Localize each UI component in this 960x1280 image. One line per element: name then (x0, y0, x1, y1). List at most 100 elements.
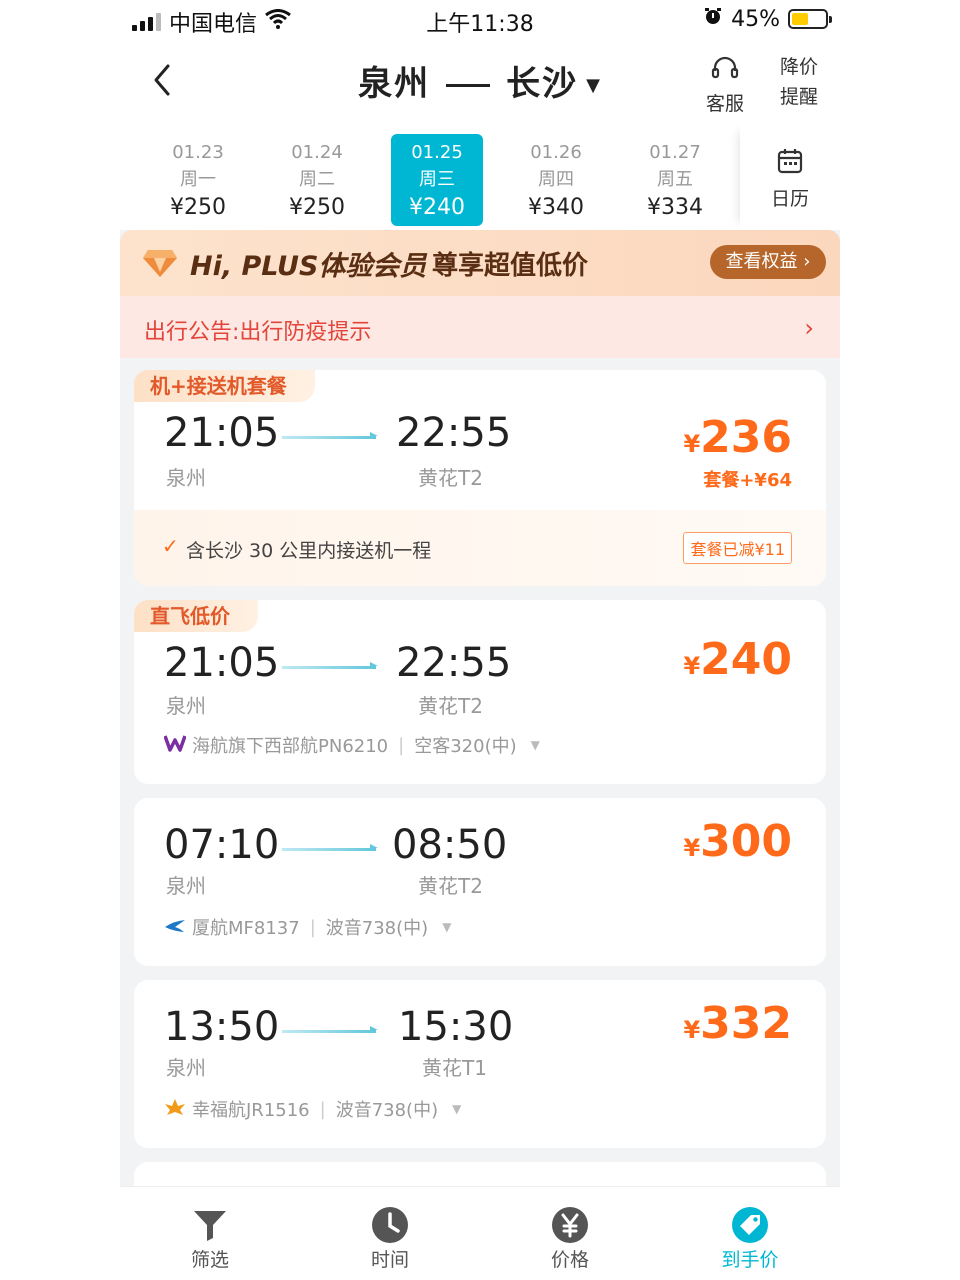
tag-icon (700, 1205, 800, 1245)
flight-card[interactable]: 13:50 泉州 15:30 黄花T1 ¥332 幸福航JR1516 | 波音7… (134, 980, 826, 1148)
departure-time: 07:10 (164, 822, 280, 868)
date-price: ¥250 (289, 195, 345, 220)
direct-low-price-tag: 直飞低价 (134, 600, 258, 632)
diamond-icon (142, 248, 178, 282)
date-label: 01.24 (291, 142, 343, 163)
flight-arrow-icon (282, 662, 378, 669)
tab-time[interactable]: 时间 (340, 1205, 440, 1272)
customer-service-button[interactable]: 客服 (700, 54, 750, 116)
flight-card-package[interactable]: 机+接送机套餐 21:05 泉州 22:55 黄花T2 ¥236 套餐+¥64 … (134, 370, 826, 586)
departure-time: 21:05 (164, 410, 280, 456)
weekday-label: 周五 (657, 169, 693, 190)
flight-card[interactable]: 直飞低价 21:05 泉州 22:55 黄花T2 ¥240 海航旗下西部航PN6… (134, 600, 826, 784)
departure-city: 泉州 (166, 874, 206, 898)
airline-info: 厦航MF8137 | 波音738(中) ▼ (164, 914, 451, 940)
departure-time: 13:50 (164, 1004, 280, 1050)
airline-flight-number: 厦航MF8137 (192, 918, 300, 939)
flight-arrow-icon (282, 1026, 378, 1033)
date-item[interactable]: 01.24 周二 ¥250 (271, 134, 363, 226)
flight-price: ¥300 (683, 816, 792, 867)
price-alert-label-1: 降价 (779, 56, 818, 78)
date-label: 01.23 (172, 142, 224, 163)
plus-banner-text: Hi, PLUS体验会员 (190, 251, 427, 282)
battery-percent: 45% (731, 6, 780, 32)
weekday-label: 周一 (180, 169, 216, 190)
departure-city: 泉州 (166, 466, 206, 490)
weekday-label: 周四 (538, 169, 574, 190)
nav-bar: 泉州 长沙 ▼ 客服 降价 提醒 (120, 40, 840, 124)
flight-card[interactable]: 07:10 泉州 08:50 黄花T2 ¥300 厦航MF8137 | 波音73… (134, 798, 826, 966)
date-item[interactable]: 01.23 周一 ¥250 (152, 134, 244, 226)
tab-filter[interactable]: 筛选 (160, 1205, 260, 1272)
tab-label: 筛选 (190, 1249, 229, 1271)
currency-symbol: ¥ (683, 1016, 701, 1044)
arrival-airport: 黄花T2 (418, 694, 483, 718)
arrival-time: 22:55 (396, 410, 512, 456)
tab-label: 到手价 (721, 1249, 779, 1271)
filter-icon (160, 1205, 260, 1245)
package-include-row: ✓ 含长沙 30 公里内接送机一程 套餐已减¥11 (134, 510, 826, 586)
date-price: ¥240 (409, 195, 465, 220)
currency-symbol: ¥ (683, 834, 701, 862)
aircraft-type: 空客320(中) (414, 736, 517, 757)
arrival-airport: 黄花T2 (418, 874, 483, 898)
flight-search-screen: 中国电信 上午11:38 45% 泉州 长沙 ▼ 客服 降价 提醒 01.23 … (120, 0, 840, 1280)
currency-symbol: ¥ (683, 652, 701, 680)
flight-arrow-icon (282, 432, 378, 439)
price-value: 332 (700, 998, 792, 1049)
weekday-label: 周三 (419, 169, 455, 190)
tab-label: 时间 (370, 1249, 409, 1271)
arrival-time: 22:55 (396, 640, 512, 686)
departure-time: 21:05 (164, 640, 280, 686)
chevron-down-icon: ▼ (442, 920, 452, 934)
view-benefits-button[interactable]: 查看权益 › (710, 245, 826, 279)
flight-price: ¥236 (683, 412, 792, 463)
date-item[interactable]: 01.27 周五 ¥334 (629, 134, 721, 226)
price-value: 236 (700, 412, 792, 463)
aircraft-type: 波音738(中) (325, 918, 429, 939)
customer-service-label: 客服 (705, 93, 744, 115)
destination-city: 长沙 (506, 64, 579, 104)
chevron-down-icon: ▼ (452, 1102, 462, 1116)
west-air-logo-icon (163, 734, 187, 757)
date-item-selected[interactable]: 01.25 周三 ¥240 (391, 134, 483, 226)
airline-flight-number: 幸福航JR1516 (192, 1100, 310, 1121)
price-alert-button[interactable]: 降价 提醒 (772, 52, 826, 112)
check-icon: ✓ (162, 534, 179, 558)
notice-text: 出行公告:出行防疫提示 (144, 320, 372, 345)
airline-flight-number: 海航旗下西部航PN6210 (192, 736, 389, 757)
discount-badge: 套餐已减¥11 (683, 532, 792, 564)
clock-icon (340, 1205, 440, 1245)
date-price: ¥250 (170, 195, 226, 220)
date-item[interactable]: 01.26 周四 ¥340 (510, 134, 602, 226)
tab-final-price[interactable]: 到手价 (700, 1205, 800, 1272)
status-bar: 中国电信 上午11:38 45% (120, 0, 840, 40)
currency-symbol: ¥ (683, 430, 701, 458)
tab-price[interactable]: 价格 (520, 1205, 620, 1272)
plus-banner-subtext: 尊享超值低价 (432, 251, 589, 281)
tab-label: 价格 (550, 1249, 589, 1271)
date-strip: 01.23 周一 ¥250 01.24 周二 ¥250 01.25 周三 ¥24… (120, 124, 840, 230)
chevron-down-icon: ▼ (530, 738, 540, 752)
joy-air-logo-icon (164, 1098, 186, 1121)
date-price: ¥340 (528, 195, 584, 220)
calendar-label: 日历 (770, 188, 809, 210)
arrival-time: 08:50 (392, 822, 508, 868)
price-value: 300 (700, 816, 792, 867)
date-label: 01.26 (530, 142, 582, 163)
travel-notice[interactable]: 出行公告:出行防疫提示 › (120, 296, 840, 358)
flight-price: ¥240 (683, 634, 792, 685)
route-arrow-icon (446, 84, 491, 87)
package-tag: 机+接送机套餐 (134, 370, 315, 402)
departure-city: 泉州 (166, 1056, 206, 1080)
price-alert-label-2: 提醒 (779, 86, 818, 108)
arrival-time: 15:30 (398, 1004, 514, 1050)
xiamen-air-logo-icon (164, 917, 186, 938)
plus-member-banner[interactable]: Hi, PLUS体验会员 尊享超值低价 查看权益 › (120, 230, 840, 296)
include-text: 含长沙 30 公里内接送机一程 (186, 540, 432, 562)
calendar-button[interactable]: 日历 (740, 124, 840, 230)
date-label: 01.25 (411, 142, 463, 163)
yuan-icon (520, 1205, 620, 1245)
flight-price: ¥332 (683, 998, 792, 1049)
airline-info: 幸福航JR1516 | 波音738(中) ▼ (164, 1096, 461, 1122)
